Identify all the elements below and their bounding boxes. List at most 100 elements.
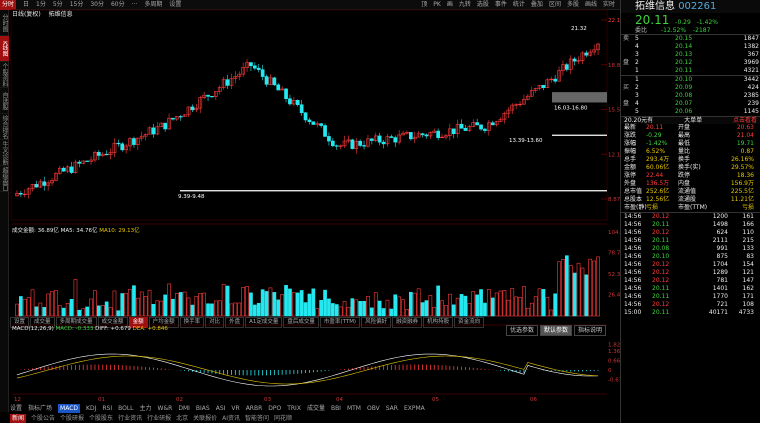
volume-bar (323, 289, 327, 317)
candle (440, 136, 444, 138)
volume-bar (420, 302, 425, 317)
stat-value: 156.9万 (730, 180, 754, 187)
candle (132, 138, 136, 145)
info-tab-5[interactable]: 行业研报 (147, 414, 171, 423)
candle (171, 117, 175, 120)
ind-tab-19[interactable]: SAR (386, 404, 398, 413)
param-tab-0[interactable]: 优选参数 (506, 325, 539, 336)
candle (249, 62, 253, 67)
ind-tab-16[interactable]: BBI (331, 404, 341, 413)
ind-tab-8[interactable]: DMI (178, 404, 190, 413)
candle (18, 193, 23, 195)
macd-info: MACD(12,26,9) MACD: -0.333 DIFF: +0.679 … (12, 326, 168, 332)
ask-level: 卖 5 20.15 1847 (621, 35, 760, 43)
vol-tab-8[interactable]: 外盘 (225, 317, 245, 328)
vol-tab-15[interactable]: 资金流向 (454, 317, 485, 328)
info-tab-0[interactable]: 新闻 (10, 414, 27, 423)
quote-panel: 拓维信息 002261 20.11 -0.29 -1.42% 委比 -12.52… (620, 0, 760, 423)
tick-row: 14:56 20.10 875 83 (621, 253, 760, 261)
candle (490, 122, 495, 126)
macd-axis-label: 0.664 (608, 359, 620, 365)
info-tab-10[interactable]: 同花顺 (274, 414, 292, 423)
candle (479, 124, 483, 130)
info-tab-2[interactable]: 个股研报 (60, 414, 84, 423)
ind-tab-6[interactable]: 主力 (140, 404, 152, 413)
ind-tab-3[interactable]: KDJ (86, 404, 96, 413)
info-tab-7[interactable]: 关联报价 (193, 414, 217, 423)
ind-tab-7[interactable]: W&R (158, 404, 173, 413)
tick-price: 20.12 (652, 301, 670, 308)
ind-tab-12[interactable]: ARBR (246, 404, 263, 413)
ind-tab-20[interactable]: EXPMA (404, 404, 425, 413)
ind-tab-4[interactable]: RSI (102, 404, 112, 413)
volume-bar (229, 303, 234, 317)
volume-axis-label: 26.47 (608, 293, 620, 299)
ind-tab-13[interactable]: DPO (268, 404, 281, 413)
vol-tab-6[interactable]: 换手率 (179, 317, 205, 328)
volume-bar (533, 296, 538, 317)
candle (377, 135, 382, 143)
volume-bar (54, 290, 58, 317)
volume-bar (319, 300, 324, 317)
ind-tab-10[interactable]: ASI (216, 404, 226, 413)
volume-bar (34, 306, 39, 317)
param-tab-2[interactable]: 指标说明 (574, 325, 607, 336)
info-tab-6[interactable]: 北京 (176, 414, 188, 423)
tick-count: 4733 (738, 309, 754, 316)
volume-bar (249, 292, 253, 317)
ind-tab-0[interactable]: 设置 (10, 404, 22, 413)
vol-tab-9[interactable]: A1定成交量 (245, 317, 283, 328)
tick-vol: 1401 (712, 285, 728, 292)
ind-tab-18[interactable]: OBV (367, 404, 380, 413)
level-price: 20.07 (675, 100, 693, 107)
vol-tab-14[interactable]: 机构持股 (423, 317, 454, 328)
volume-bar (327, 298, 331, 317)
candle (369, 138, 374, 141)
param-tab-1[interactable]: 默认参数 (540, 325, 573, 336)
info-tab-4[interactable]: 行业资讯 (118, 414, 142, 423)
vol-tab-12[interactable]: 风险偏好 (361, 317, 392, 328)
candle (584, 52, 589, 56)
tick-price: 20.10 (652, 253, 670, 260)
weibi-label: 委比 (635, 27, 648, 34)
volume-bar (22, 298, 27, 317)
stat-label: 最新 (624, 124, 637, 131)
vol-tab-13[interactable]: 融资融券 (392, 317, 423, 328)
kline-chart[interactable]: 22.15 18.83 15.51 12.19 8.87 16.03-16.80 13.39… (0, 0, 620, 423)
tick-price: 20.12 (652, 213, 670, 220)
vol-tab-7[interactable]: 对比 (205, 317, 225, 328)
price-axis-label: 8.87 (608, 197, 620, 203)
macd-axis-label: -0.677 (608, 377, 620, 383)
ind-tab-2[interactable]: MACD (58, 404, 81, 413)
info-tab-1[interactable]: 个股公告 (31, 414, 55, 423)
ind-tab-11[interactable]: VR (231, 404, 239, 413)
info-tab-8[interactable]: AI资讯 (222, 414, 240, 423)
volume-bar (178, 292, 183, 317)
price-change: -0.29 (675, 19, 691, 26)
volume-bar (46, 293, 50, 317)
tick-row: 14:56 20.11 1770 171 (621, 293, 760, 301)
ind-tab-17[interactable]: MTM (347, 404, 361, 413)
candle (350, 139, 355, 149)
stat-label: 振幅 (624, 148, 637, 155)
info-tab-9[interactable]: 智能答问 (245, 414, 269, 423)
stat-value: 18.36 (736, 172, 754, 179)
tick-row: 14:56 20.08 991 133 (621, 245, 760, 253)
volume-axis-label: 52.30 (608, 272, 620, 278)
vol-tab-10[interactable]: 盘后成交量 (283, 317, 319, 328)
bigorder-mid: 大单单 (684, 117, 703, 124)
volume-info: 成交金额: 36.89亿 MA5: 34.76亿 MA10: 29.13亿 (12, 226, 140, 234)
ind-tab-1[interactable]: 指标广场 (28, 404, 52, 413)
info-tab-3[interactable]: 个股股东 (89, 414, 113, 423)
volume-bar (596, 256, 600, 317)
vol-tab-11[interactable]: 市盈率(TTM) (319, 317, 361, 328)
ind-tab-14[interactable]: TRIX (287, 404, 301, 413)
ind-tab-9[interactable]: BIAS (196, 404, 210, 413)
ind-tab-15[interactable]: 成交量 (307, 404, 325, 413)
ind-tab-5[interactable]: BOLL (118, 404, 133, 413)
tick-time: 14:56 (624, 245, 642, 252)
volume-bar (447, 293, 452, 317)
tick-vol: 624 (716, 229, 728, 236)
candle (307, 119, 312, 123)
bigorder-link[interactable]: 点击看看 (733, 117, 757, 124)
